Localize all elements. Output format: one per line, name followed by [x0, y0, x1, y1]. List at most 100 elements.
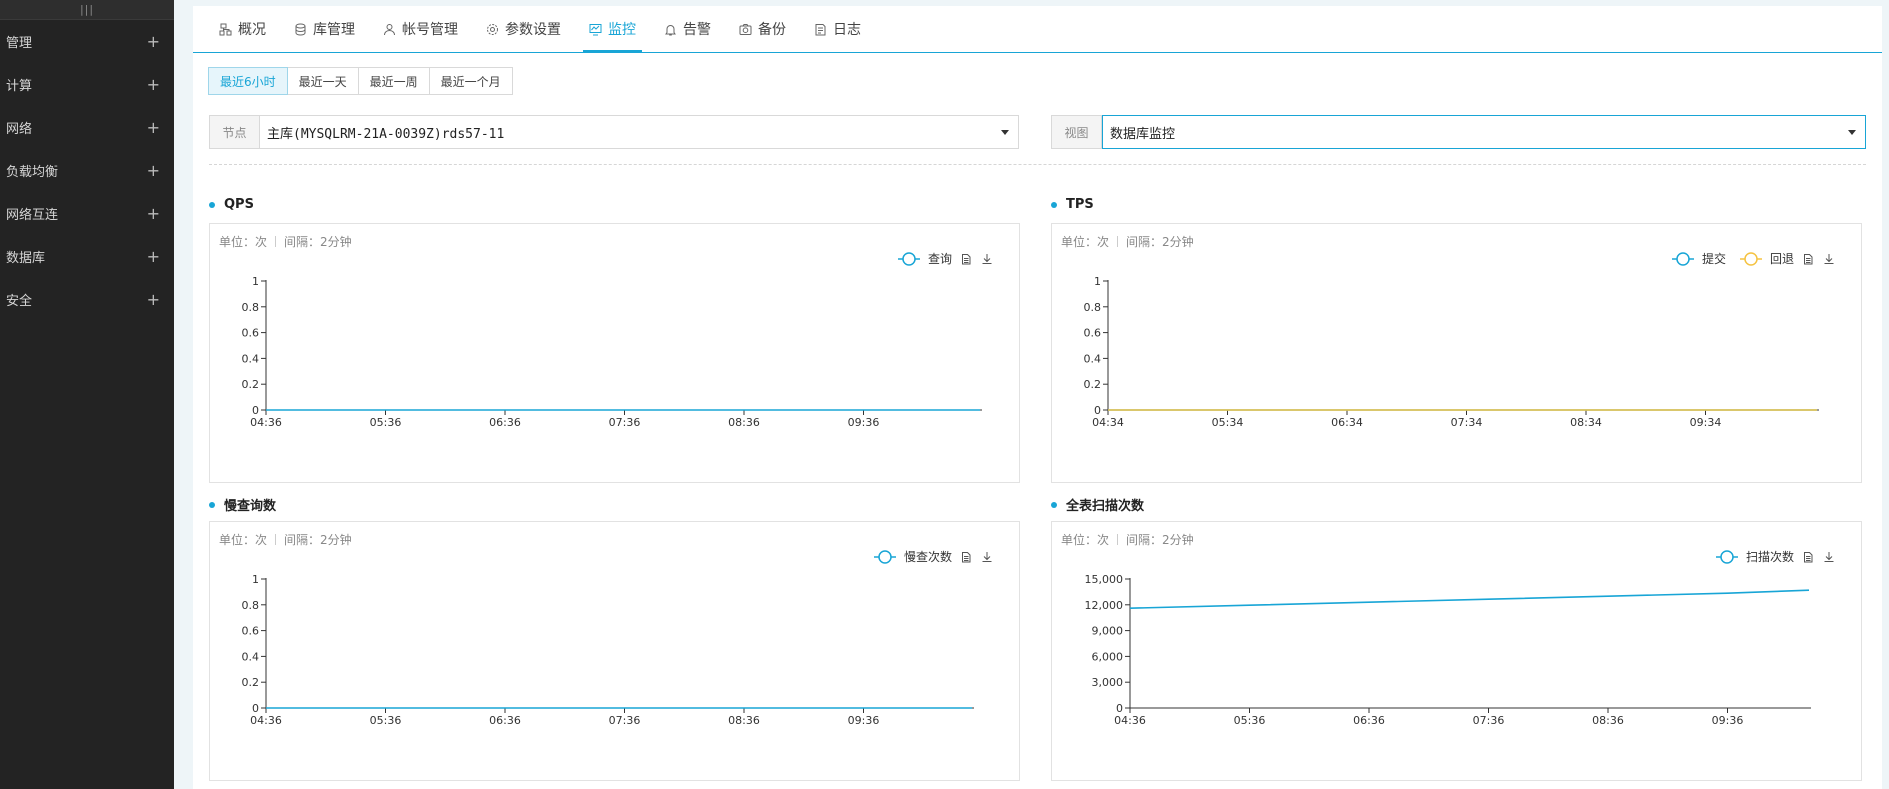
time-range-button[interactable]: 最近一天 — [286, 67, 359, 95]
legend-label[interactable]: 回退 — [1770, 252, 1794, 266]
plus-icon[interactable]: + — [147, 118, 160, 137]
legend-label[interactable]: 扫描次数 — [1746, 549, 1794, 564]
bullet-dot — [1051, 501, 1057, 508]
y-tick-label: 0.2 — [242, 378, 260, 391]
tab-user[interactable]: 帐号管理 — [369, 6, 472, 52]
y-tick-label: 1 — [1094, 275, 1101, 288]
document-icon[interactable] — [962, 254, 971, 265]
y-tick-label: 0.8 — [1084, 301, 1102, 314]
plus-icon[interactable]: + — [147, 290, 160, 309]
y-tick-label: 6,000 — [1092, 650, 1124, 663]
node-select-value[interactable]: 主库(MYSQLRM-21A-0039Z)rds57-11 — [260, 116, 1018, 148]
tab-label: 帐号管理 — [402, 22, 458, 38]
caret-down-icon[interactable] — [1001, 130, 1009, 135]
view-select[interactable]: 视图 数据库监控 — [1051, 115, 1866, 149]
document-icon[interactable] — [1804, 254, 1813, 265]
line-chart: 扫描次数03,0006,0009,00012,00015,00004:36 05:… — [1085, 549, 1834, 727]
x-tick-label: 09:36 — [1712, 714, 1744, 727]
legend-marker[interactable] — [898, 252, 920, 266]
sidebar-item[interactable]: 数据库 + — [0, 235, 174, 278]
tab-overview[interactable]: 概况 — [205, 6, 280, 52]
section-title-text: QPS — [224, 197, 254, 212]
plus-icon[interactable]: + — [147, 247, 160, 266]
tab-log[interactable]: 日志 — [800, 6, 875, 52]
legend-marker[interactable] — [1716, 550, 1738, 564]
tab-bar: 概况 库管理 帐号管理 参数设置 监控 告警 备份 日志 — [193, 6, 1882, 53]
line-chart: 慢查次数00.20.40.60.8104:36 05:36 06:36 07:36 08… — [242, 549, 992, 727]
download-icon[interactable] — [982, 552, 992, 562]
chart-panel: 单位：次 间隔：2分钟 慢查次数 0 0.2 0.4 0.6 0.8 1 04:36 05:36 06… — [209, 521, 1020, 781]
time-range-button[interactable]: 最近一周 — [357, 67, 430, 95]
node-select-text: 主库(MYSQLRM-21A-0039Z)rds57-11 — [267, 126, 505, 142]
x-tick-label: 09:36 — [848, 714, 880, 727]
node-select[interactable]: 节点 主库(MYSQLRM-21A-0039Z)rds57-11 — [209, 115, 1019, 149]
sidebar-item[interactable]: 管理 + — [0, 20, 174, 63]
x-tick-label: 07:36 — [609, 714, 641, 727]
legend-marker[interactable] — [1672, 252, 1694, 266]
section-title-text: TPS — [1066, 197, 1094, 212]
sidebar-item[interactable]: 网络 + — [0, 106, 174, 149]
caret-down-icon[interactable] — [1848, 130, 1856, 135]
line-chart: 回退提交00.20.40.60.8104:34 05:34 06:34 07:34 08… — [1084, 251, 1834, 429]
section-title: 慢查询数 — [209, 495, 276, 514]
x-tick-label: 06:34 — [1331, 416, 1363, 429]
download-icon[interactable] — [1824, 552, 1834, 562]
legend-label[interactable]: 查询 — [928, 252, 952, 266]
download-icon[interactable] — [982, 254, 992, 264]
y-tick-label: 0.4 — [1084, 352, 1102, 365]
camera-icon — [739, 23, 752, 35]
monitor-icon — [589, 23, 602, 35]
download-icon[interactable] — [1824, 254, 1834, 264]
section-title: QPS — [209, 197, 254, 212]
x-tick-label: 05:36 — [370, 416, 402, 429]
document-icon[interactable] — [1804, 552, 1813, 563]
x-tick-label: 04:36 — [250, 714, 282, 727]
y-tick-label: 0.6 — [242, 327, 260, 340]
sidebar-item[interactable]: 安全 + — [0, 278, 174, 321]
collapse-icon[interactable]: ||| — [80, 3, 94, 16]
x-tick-label: 05:36 — [370, 714, 402, 727]
y-tick-label: 0.2 — [242, 676, 260, 689]
y-tick-label: 0.6 — [242, 625, 260, 638]
tab-monitor[interactable]: 监控 — [575, 6, 650, 53]
log-icon — [815, 23, 826, 35]
x-tick-label: 04:36 — [1114, 714, 1146, 727]
plus-icon[interactable]: + — [147, 204, 160, 223]
tab-gear[interactable]: 参数设置 — [472, 6, 575, 52]
view-select-value[interactable]: 数据库监控 — [1102, 115, 1866, 149]
section-title-text: 全表扫描次数 — [1066, 499, 1145, 514]
legend-marker[interactable] — [1740, 252, 1762, 266]
x-tick-label: 06:36 — [1353, 714, 1385, 727]
bullet-dot — [1051, 201, 1057, 208]
tab-label: 日志 — [833, 22, 861, 38]
legend-label[interactable]: 提交 — [1702, 251, 1726, 266]
y-tick-label: 0.4 — [242, 650, 260, 663]
sidebar-collapse-handle[interactable]: ||| — [0, 0, 174, 20]
section-title: TPS — [1051, 197, 1094, 212]
x-tick-label: 06:36 — [489, 416, 521, 429]
time-range-button[interactable]: 最近一个月 — [428, 67, 513, 95]
sidebar-item[interactable]: 网络互连 + — [0, 192, 174, 235]
y-tick-label: 0.6 — [1084, 327, 1102, 340]
legend-marker[interactable] — [874, 550, 896, 564]
divider — [209, 164, 1866, 165]
plus-icon[interactable]: + — [147, 75, 160, 94]
time-range-button[interactable]: 最近6小时 — [208, 67, 288, 95]
tab-database[interactable]: 库管理 — [280, 6, 369, 52]
sidebar-item[interactable]: 负载均衡 + — [0, 149, 174, 192]
tab-bell[interactable]: 告警 — [650, 6, 725, 52]
tab-camera[interactable]: 备份 — [725, 6, 800, 52]
view-select-label: 视图 — [1052, 116, 1102, 148]
sidebar-item-label: 数据库 — [6, 251, 46, 266]
x-tick-label: 08:36 — [728, 714, 760, 727]
legend-label[interactable]: 慢查次数 — [904, 549, 952, 564]
plus-icon[interactable]: + — [147, 32, 160, 51]
document-icon[interactable] — [962, 552, 971, 563]
sidebar-item-label: 网络 — [6, 122, 33, 137]
plus-icon[interactable]: + — [147, 161, 160, 180]
sidebar: ||| 管理 + 计算 + 网络 + 负载均衡 + 网络互连 + 数据库 + 安全 + — [0, 0, 174, 789]
sidebar-item[interactable]: 计算 + — [0, 63, 174, 106]
line-chart: 查询00.20.40.60.8104:36 05:36 06:36 07:36 08:3… — [242, 252, 992, 429]
section-title: 全表扫描次数 — [1051, 495, 1144, 514]
x-tick-label: 07:36 — [1473, 714, 1505, 727]
